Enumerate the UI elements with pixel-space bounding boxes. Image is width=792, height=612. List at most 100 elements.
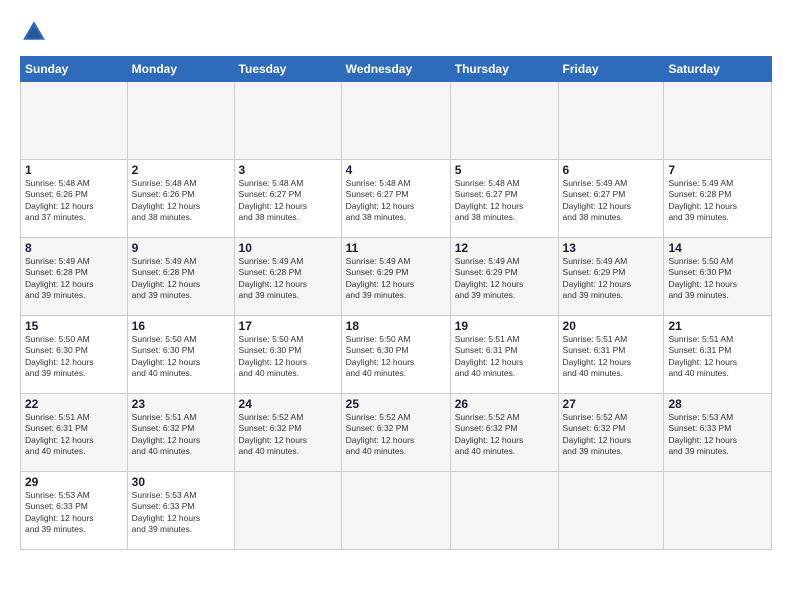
calendar-cell — [127, 82, 234, 160]
day-info: Sunrise: 5:50 AM Sunset: 6:30 PM Dayligh… — [346, 334, 446, 380]
calendar-cell — [664, 472, 772, 550]
calendar-cell: 29Sunrise: 5:53 AM Sunset: 6:33 PM Dayli… — [21, 472, 128, 550]
day-of-week-header: Tuesday — [234, 57, 341, 82]
calendar-cell — [450, 472, 558, 550]
day-of-week-header: Friday — [558, 57, 664, 82]
calendar-week-row: 15Sunrise: 5:50 AM Sunset: 6:30 PM Dayli… — [21, 316, 772, 394]
day-number: 20 — [563, 319, 660, 333]
day-number: 2 — [132, 163, 230, 177]
day-number: 8 — [25, 241, 123, 255]
calendar-week-row: 8Sunrise: 5:49 AM Sunset: 6:28 PM Daylig… — [21, 238, 772, 316]
day-info: Sunrise: 5:49 AM Sunset: 6:28 PM Dayligh… — [239, 256, 337, 302]
day-number: 25 — [346, 397, 446, 411]
calendar-week-row: 1Sunrise: 5:48 AM Sunset: 6:26 PM Daylig… — [21, 160, 772, 238]
day-info: Sunrise: 5:53 AM Sunset: 6:33 PM Dayligh… — [132, 490, 230, 536]
calendar-cell: 6Sunrise: 5:49 AM Sunset: 6:27 PM Daylig… — [558, 160, 664, 238]
day-number: 17 — [239, 319, 337, 333]
day-number: 14 — [668, 241, 767, 255]
day-number: 7 — [668, 163, 767, 177]
day-number: 23 — [132, 397, 230, 411]
day-info: Sunrise: 5:50 AM Sunset: 6:30 PM Dayligh… — [668, 256, 767, 302]
calendar-cell: 16Sunrise: 5:50 AM Sunset: 6:30 PM Dayli… — [127, 316, 234, 394]
calendar-cell: 10Sunrise: 5:49 AM Sunset: 6:28 PM Dayli… — [234, 238, 341, 316]
calendar-cell: 24Sunrise: 5:52 AM Sunset: 6:32 PM Dayli… — [234, 394, 341, 472]
calendar-cell: 18Sunrise: 5:50 AM Sunset: 6:30 PM Dayli… — [341, 316, 450, 394]
day-of-week-header: Wednesday — [341, 57, 450, 82]
day-info: Sunrise: 5:48 AM Sunset: 6:26 PM Dayligh… — [25, 178, 123, 224]
calendar-cell: 15Sunrise: 5:50 AM Sunset: 6:30 PM Dayli… — [21, 316, 128, 394]
day-info: Sunrise: 5:48 AM Sunset: 6:27 PM Dayligh… — [455, 178, 554, 224]
day-number: 9 — [132, 241, 230, 255]
day-info: Sunrise: 5:51 AM Sunset: 6:31 PM Dayligh… — [563, 334, 660, 380]
day-info: Sunrise: 5:51 AM Sunset: 6:31 PM Dayligh… — [455, 334, 554, 380]
day-info: Sunrise: 5:49 AM Sunset: 6:28 PM Dayligh… — [25, 256, 123, 302]
page: SundayMondayTuesdayWednesdayThursdayFrid… — [0, 0, 792, 612]
calendar-week-row: 22Sunrise: 5:51 AM Sunset: 6:31 PM Dayli… — [21, 394, 772, 472]
logo-icon — [20, 18, 48, 46]
day-info: Sunrise: 5:48 AM Sunset: 6:27 PM Dayligh… — [346, 178, 446, 224]
calendar-cell: 26Sunrise: 5:52 AM Sunset: 6:32 PM Dayli… — [450, 394, 558, 472]
day-info: Sunrise: 5:53 AM Sunset: 6:33 PM Dayligh… — [668, 412, 767, 458]
calendar-cell — [558, 472, 664, 550]
day-info: Sunrise: 5:52 AM Sunset: 6:32 PM Dayligh… — [346, 412, 446, 458]
calendar-cell: 2Sunrise: 5:48 AM Sunset: 6:26 PM Daylig… — [127, 160, 234, 238]
day-number: 24 — [239, 397, 337, 411]
day-info: Sunrise: 5:51 AM Sunset: 6:31 PM Dayligh… — [668, 334, 767, 380]
day-info: Sunrise: 5:49 AM Sunset: 6:29 PM Dayligh… — [346, 256, 446, 302]
calendar-cell: 19Sunrise: 5:51 AM Sunset: 6:31 PM Dayli… — [450, 316, 558, 394]
calendar-cell: 8Sunrise: 5:49 AM Sunset: 6:28 PM Daylig… — [21, 238, 128, 316]
calendar-cell: 17Sunrise: 5:50 AM Sunset: 6:30 PM Dayli… — [234, 316, 341, 394]
day-number: 12 — [455, 241, 554, 255]
day-number: 3 — [239, 163, 337, 177]
day-number: 6 — [563, 163, 660, 177]
day-info: Sunrise: 5:50 AM Sunset: 6:30 PM Dayligh… — [25, 334, 123, 380]
day-info: Sunrise: 5:49 AM Sunset: 6:29 PM Dayligh… — [563, 256, 660, 302]
logo — [20, 18, 52, 46]
day-number: 28 — [668, 397, 767, 411]
day-info: Sunrise: 5:52 AM Sunset: 6:32 PM Dayligh… — [239, 412, 337, 458]
calendar-cell: 27Sunrise: 5:52 AM Sunset: 6:32 PM Dayli… — [558, 394, 664, 472]
day-number: 4 — [346, 163, 446, 177]
day-number: 13 — [563, 241, 660, 255]
day-header-row: SundayMondayTuesdayWednesdayThursdayFrid… — [21, 57, 772, 82]
day-info: Sunrise: 5:53 AM Sunset: 6:33 PM Dayligh… — [25, 490, 123, 536]
calendar-cell: 30Sunrise: 5:53 AM Sunset: 6:33 PM Dayli… — [127, 472, 234, 550]
calendar-week-row — [21, 82, 772, 160]
calendar-table: SundayMondayTuesdayWednesdayThursdayFrid… — [20, 56, 772, 550]
calendar-cell: 21Sunrise: 5:51 AM Sunset: 6:31 PM Dayli… — [664, 316, 772, 394]
day-info: Sunrise: 5:50 AM Sunset: 6:30 PM Dayligh… — [132, 334, 230, 380]
calendar-cell: 4Sunrise: 5:48 AM Sunset: 6:27 PM Daylig… — [341, 160, 450, 238]
calendar-cell — [341, 472, 450, 550]
day-number: 11 — [346, 241, 446, 255]
calendar-cell: 3Sunrise: 5:48 AM Sunset: 6:27 PM Daylig… — [234, 160, 341, 238]
day-of-week-header: Thursday — [450, 57, 558, 82]
day-number: 1 — [25, 163, 123, 177]
calendar-cell — [450, 82, 558, 160]
day-of-week-header: Sunday — [21, 57, 128, 82]
day-info: Sunrise: 5:49 AM Sunset: 6:28 PM Dayligh… — [132, 256, 230, 302]
day-info: Sunrise: 5:51 AM Sunset: 6:31 PM Dayligh… — [25, 412, 123, 458]
calendar-cell: 9Sunrise: 5:49 AM Sunset: 6:28 PM Daylig… — [127, 238, 234, 316]
day-number: 27 — [563, 397, 660, 411]
day-info: Sunrise: 5:49 AM Sunset: 6:28 PM Dayligh… — [668, 178, 767, 224]
calendar-week-row: 29Sunrise: 5:53 AM Sunset: 6:33 PM Dayli… — [21, 472, 772, 550]
calendar-cell: 7Sunrise: 5:49 AM Sunset: 6:28 PM Daylig… — [664, 160, 772, 238]
day-of-week-header: Saturday — [664, 57, 772, 82]
calendar-cell: 23Sunrise: 5:51 AM Sunset: 6:32 PM Dayli… — [127, 394, 234, 472]
calendar-cell — [234, 472, 341, 550]
calendar-cell — [664, 82, 772, 160]
calendar-cell — [21, 82, 128, 160]
day-info: Sunrise: 5:52 AM Sunset: 6:32 PM Dayligh… — [455, 412, 554, 458]
day-info: Sunrise: 5:49 AM Sunset: 6:29 PM Dayligh… — [455, 256, 554, 302]
calendar-cell: 12Sunrise: 5:49 AM Sunset: 6:29 PM Dayli… — [450, 238, 558, 316]
day-number: 21 — [668, 319, 767, 333]
calendar-cell: 5Sunrise: 5:48 AM Sunset: 6:27 PM Daylig… — [450, 160, 558, 238]
day-info: Sunrise: 5:49 AM Sunset: 6:27 PM Dayligh… — [563, 178, 660, 224]
calendar-header: SundayMondayTuesdayWednesdayThursdayFrid… — [21, 57, 772, 82]
calendar-cell — [234, 82, 341, 160]
calendar-cell: 13Sunrise: 5:49 AM Sunset: 6:29 PM Dayli… — [558, 238, 664, 316]
calendar-cell: 20Sunrise: 5:51 AM Sunset: 6:31 PM Dayli… — [558, 316, 664, 394]
calendar-cell: 1Sunrise: 5:48 AM Sunset: 6:26 PM Daylig… — [21, 160, 128, 238]
day-info: Sunrise: 5:51 AM Sunset: 6:32 PM Dayligh… — [132, 412, 230, 458]
day-number: 30 — [132, 475, 230, 489]
